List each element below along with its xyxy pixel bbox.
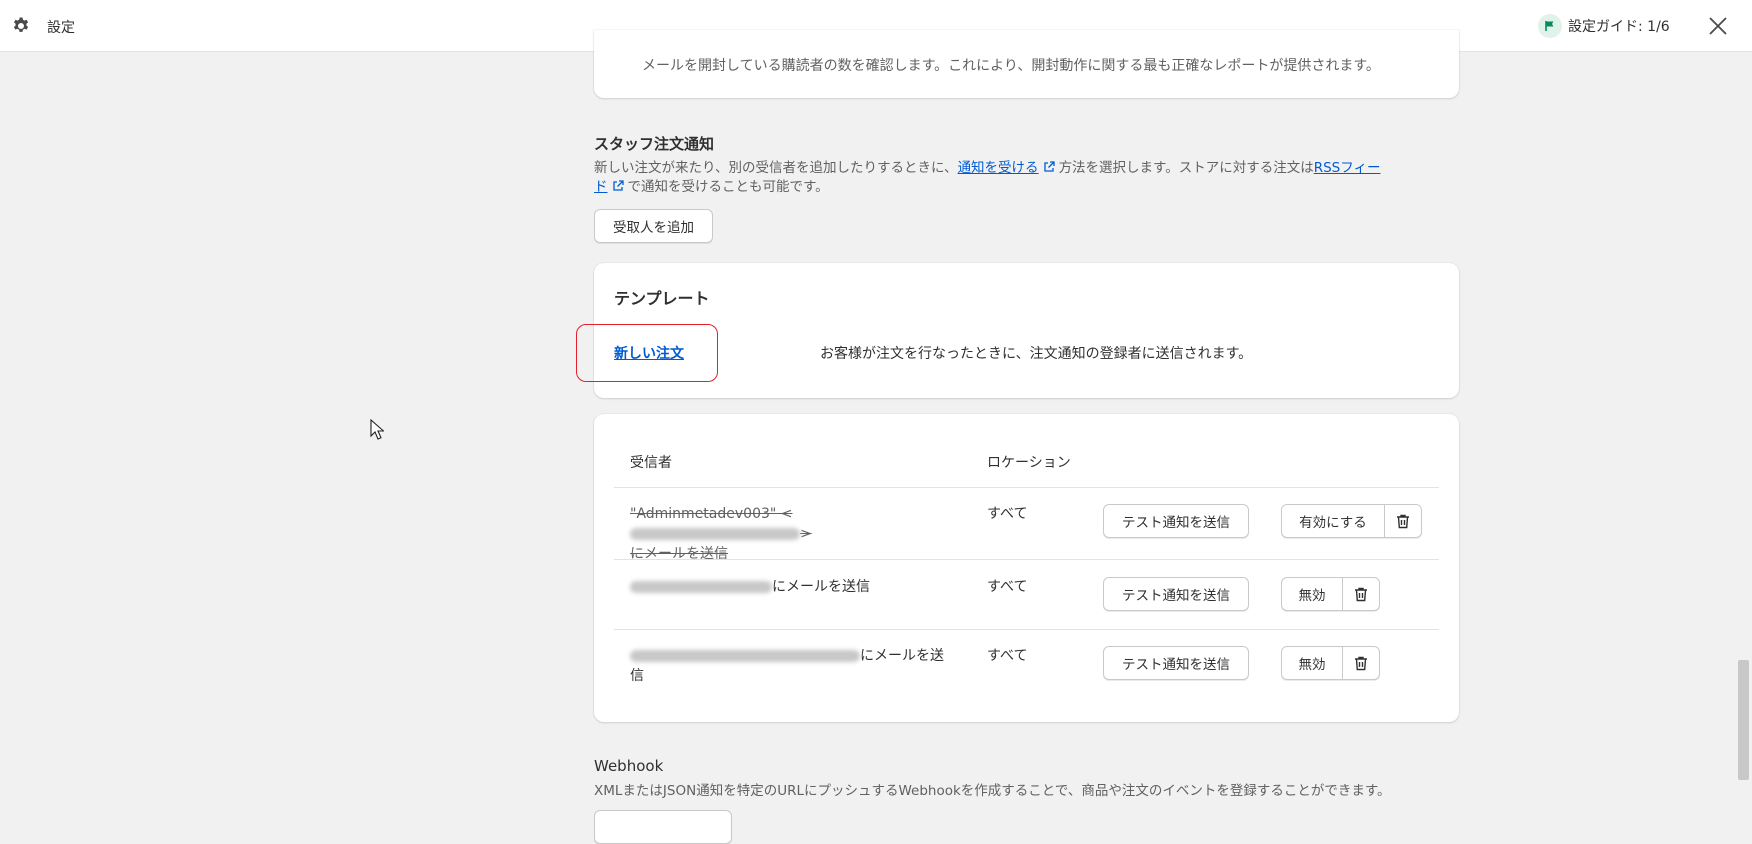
- location-column-header: ロケーション: [987, 455, 1071, 471]
- table-divider: [614, 559, 1439, 560]
- create-webhook-button[interactable]: [594, 810, 732, 844]
- disable-button[interactable]: 無効: [1282, 647, 1342, 679]
- recipient-actions-group: 有効にする: [1281, 504, 1422, 538]
- recipient-name: "Adminmetadev003" <: [630, 506, 793, 522]
- rss-link-text: ド: [594, 179, 608, 195]
- page-title: 設定: [47, 20, 75, 36]
- highlight-box: [576, 324, 718, 382]
- redacted-email: [630, 581, 772, 593]
- send-test-notification-button[interactable]: テスト通知を送信: [1103, 646, 1249, 680]
- recipient-email-cell: にメールを送信: [630, 646, 950, 686]
- gear-icon: [13, 17, 29, 32]
- location-cell: すべて: [987, 506, 1028, 522]
- external-link-icon: [1043, 161, 1055, 172]
- redacted-email: [630, 528, 800, 540]
- webhook-title: Webhook: [594, 757, 664, 775]
- location-cell: すべて: [987, 648, 1028, 664]
- trash-icon: [1355, 587, 1367, 601]
- rss-link-text: RSSフィー: [1313, 160, 1381, 176]
- template-title: テンプレート: [614, 289, 710, 308]
- trash-icon: [1355, 656, 1367, 670]
- redacted-email: [630, 650, 860, 662]
- enable-button[interactable]: 有効にする: [1282, 505, 1384, 537]
- recipients-card: 受信者 ロケーション "Adminmetadev003" < > にメールを送信 す…: [594, 414, 1459, 722]
- recipient-send-text: にメールを送: [860, 648, 944, 664]
- staff-notifications-description: 新しい注文が来たり、別の受信者を追加したりするときに、通知を受ける 方法を選択しま…: [594, 159, 1414, 197]
- delete-button[interactable]: [1342, 647, 1379, 679]
- trash-icon: [1397, 514, 1409, 528]
- recipient-actions-group: 無効: [1281, 646, 1380, 680]
- open-tracking-card: メールを開封している購読者の数を確認します。これにより、開封動作に関する最も正確…: [594, 30, 1459, 98]
- notification-link[interactable]: 通知を受ける: [958, 160, 1039, 176]
- delete-button[interactable]: [1384, 505, 1421, 537]
- new-order-template-description: お客様が注文を行なったときに、注文通知の登録者に送信されます。: [820, 346, 1253, 362]
- location-cell: すべて: [987, 579, 1028, 595]
- recipient-column-header: 受信者: [630, 455, 672, 471]
- external-link-icon: [612, 180, 624, 191]
- desc-text: 新しい注文が来たり、別の受信者を追加したりするときに、: [594, 160, 958, 176]
- staff-notifications-title: スタッフ注文通知: [594, 135, 715, 153]
- scrollbar-thumb[interactable]: [1738, 660, 1749, 780]
- table-divider: [614, 487, 1439, 488]
- recipient-send-text: 信: [630, 668, 644, 684]
- recipient-send-text: にメールを送信: [772, 579, 870, 595]
- setup-guide-label: 設定ガイド: 1/6: [1568, 19, 1670, 35]
- recipient-email-disabled: "Adminmetadev003" <> にメールを送信: [630, 506, 812, 562]
- desc-text: で通知を受けることも可能です。: [627, 179, 829, 195]
- send-test-notification-button[interactable]: テスト通知を送信: [1103, 504, 1249, 538]
- delete-button[interactable]: [1342, 578, 1379, 610]
- send-test-notification-button[interactable]: テスト通知を送信: [1103, 577, 1249, 611]
- mouse-cursor-icon: [370, 419, 384, 440]
- flag-icon: [1538, 14, 1562, 38]
- template-card: テンプレート 新しい注文 お客様が注文を行なったときに、注文通知の登録者に送信さ…: [594, 263, 1459, 398]
- recipient-email-cell: "Adminmetadev003" <> にメールを送信: [630, 504, 950, 564]
- table-divider: [614, 629, 1439, 630]
- recipient-email-cell: にメールを送信: [630, 577, 950, 597]
- setup-guide-button[interactable]: 設定ガイド: 1/6: [1538, 13, 1670, 39]
- add-recipient-button[interactable]: 受取人を追加: [594, 209, 713, 243]
- disable-button[interactable]: 無効: [1282, 578, 1342, 610]
- desc-text: 方法を選択します。ストアに対する注文は: [1058, 160, 1314, 176]
- close-icon[interactable]: [1706, 14, 1730, 38]
- recipient-bracket: >: [800, 526, 812, 542]
- recipient-actions-group: 無効: [1281, 577, 1380, 611]
- open-tracking-description: メールを開封している購読者の数を確認します。これにより、開封動作に関する最も正確…: [642, 58, 1380, 74]
- webhook-description: XMLまたはJSON通知を特定のURLにプッシュするWebhookを作成すること…: [594, 783, 1391, 799]
